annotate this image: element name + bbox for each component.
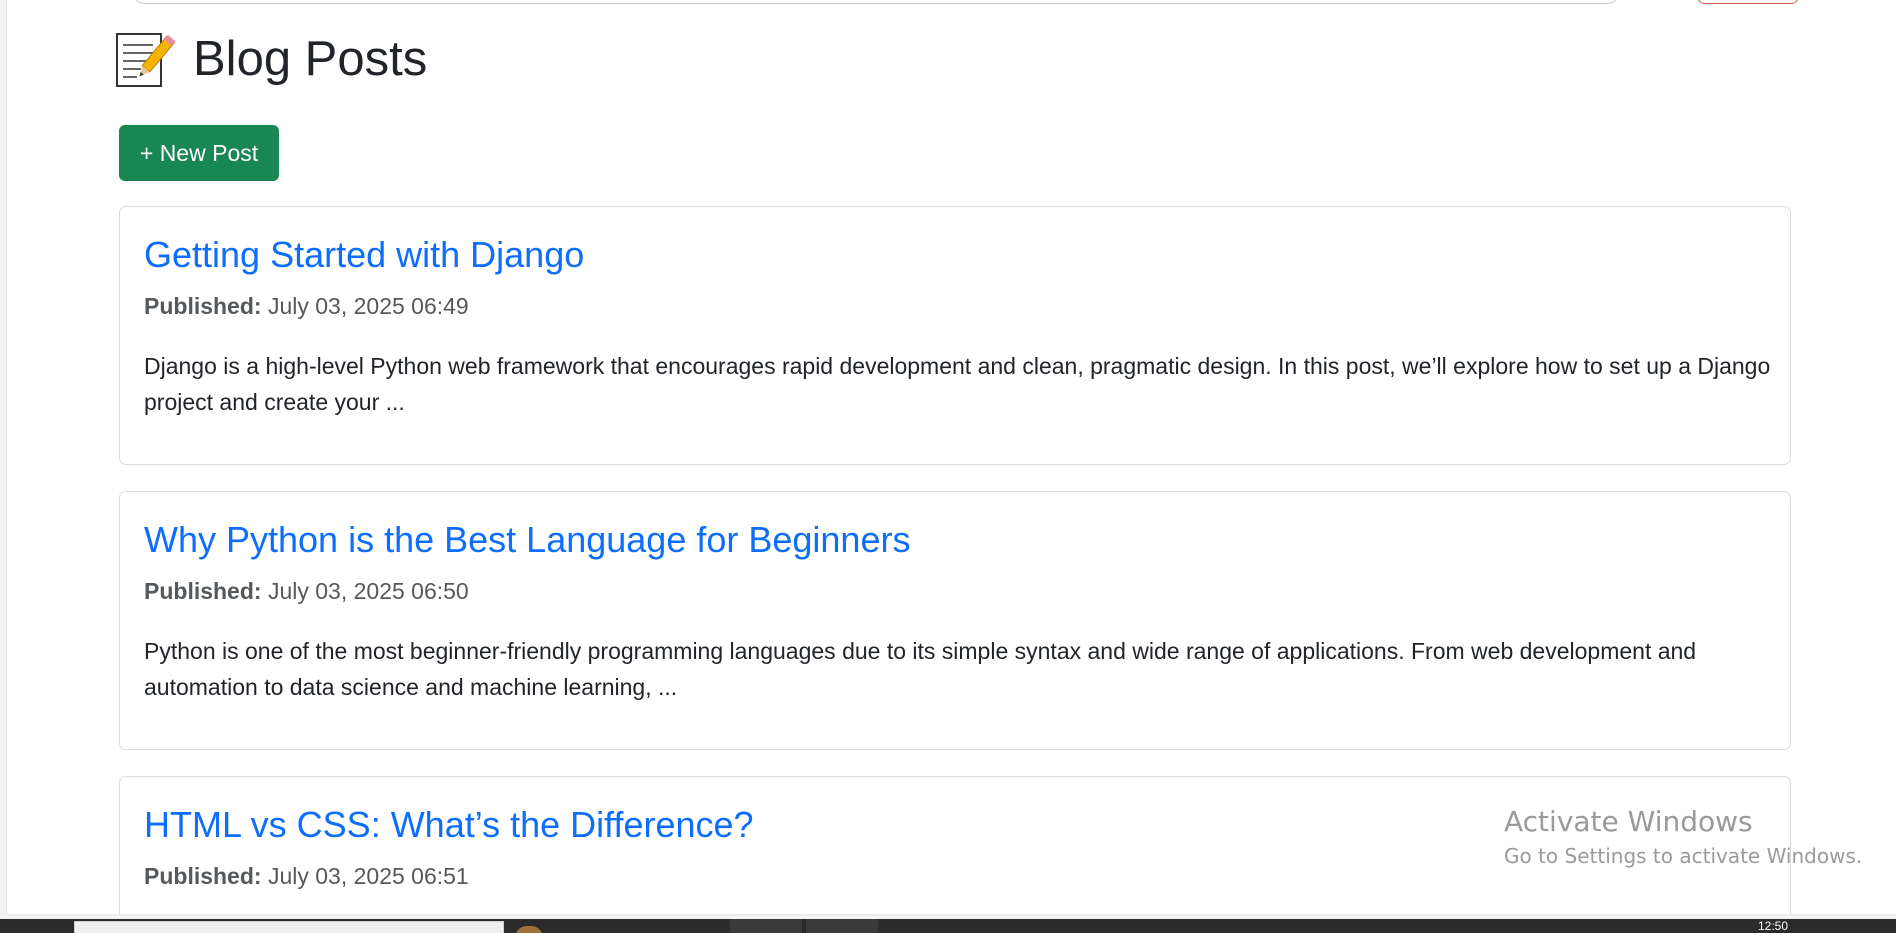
post-meta: Published: July 03, 2025 06:49	[144, 292, 1766, 322]
page-title-text: Blog Posts	[193, 32, 428, 86]
post-card: Why Python is the Best Language for Begi…	[119, 491, 1791, 750]
watermark-title: Activate Windows	[1504, 805, 1753, 838]
search-input[interactable]	[131, 0, 1621, 4]
published-date: July 03, 2025 06:51	[267, 863, 469, 890]
taskbar-app-window[interactable]	[74, 921, 543, 933]
published-label: Published:	[144, 863, 262, 890]
logout-button[interactable]	[1697, 0, 1799, 4]
taskbar: 12:50	[0, 919, 1896, 933]
taskbar-button[interactable]	[730, 919, 802, 933]
new-post-button[interactable]: + New Post	[119, 125, 279, 181]
post-title-link[interactable]: Getting Started with Django	[144, 233, 1766, 276]
published-label: Published:	[144, 293, 262, 320]
post-title-link[interactable]: Why Python is the Best Language for Begi…	[144, 518, 1766, 561]
post-excerpt: Python is one of the most beginner-frien…	[144, 638, 1697, 701]
app-thumbnail-icon	[515, 926, 543, 933]
published-date: July 03, 2025 06:49	[267, 293, 469, 320]
published-date: July 03, 2025 06:50	[267, 578, 469, 605]
post-excerpt: Django is a high-level Python web framew…	[144, 353, 1771, 416]
post-card: Getting Started with Django Published: J…	[119, 206, 1791, 465]
browser-viewport: Blog Posts + New Post Getting Started wi…	[6, 0, 1896, 915]
watermark-subtitle: Go to Settings to activate Windows.	[1504, 844, 1863, 868]
memo-icon	[113, 28, 176, 90]
page-title: Blog Posts	[113, 28, 427, 90]
post-meta: Published: July 03, 2025 06:50	[144, 577, 1766, 607]
published-label: Published:	[144, 578, 262, 605]
taskbar-clock[interactable]: 12:50	[1758, 919, 1788, 933]
taskbar-button[interactable]	[806, 919, 878, 933]
activate-windows-watermark: Activate Windows Go to Settings to activ…	[1504, 805, 1862, 868]
